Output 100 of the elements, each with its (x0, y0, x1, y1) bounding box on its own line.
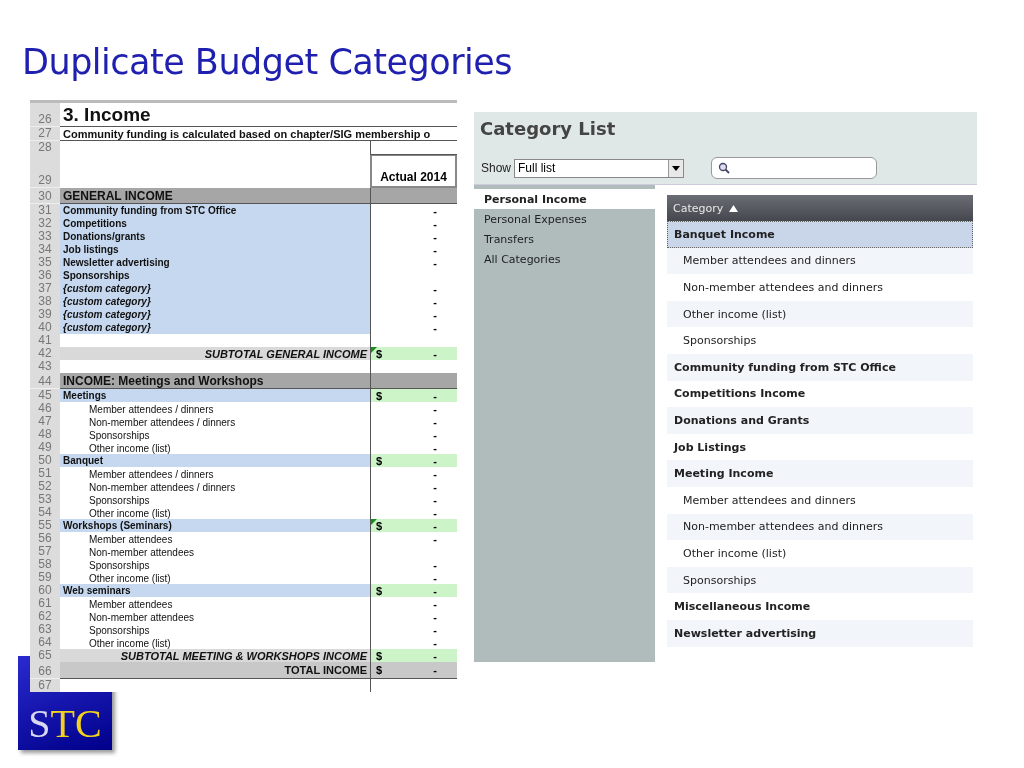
table-cell: $ - (370, 662, 457, 679)
column-header[interactable]: Category (667, 195, 973, 221)
search-field[interactable] (711, 157, 878, 179)
category-item[interactable]: Newsletter advertising (667, 619, 973, 647)
row-number: 55 (30, 519, 60, 533)
category-item[interactable]: Non-member attendees and dinners (667, 513, 973, 541)
row-number: 33 (30, 230, 60, 244)
row-number: 40 (30, 321, 60, 335)
row-number: 61 (30, 597, 60, 611)
row-number: 59 (30, 571, 60, 585)
table-cell: Donations/grants (60, 230, 370, 244)
table-cell: Meetings (60, 389, 370, 403)
show-dropdown[interactable]: Full list (514, 158, 685, 178)
sidebar-item[interactable]: All Categories (474, 249, 655, 269)
row-number: 64 (30, 636, 60, 650)
table-cell: - (370, 428, 457, 442)
table-cell: - (370, 610, 457, 624)
category-item[interactable]: Other income (list) (667, 300, 973, 328)
category-item[interactable]: Banquet Income (667, 221, 973, 248)
table-cell: {custom category} (60, 282, 370, 296)
table-cell: - (370, 282, 457, 296)
table-cell: Member attendees (60, 597, 370, 611)
panel-title: Category List (479, 117, 617, 141)
table-cell: $ - (370, 347, 457, 361)
sidebar-item[interactable]: Personal Income (474, 189, 655, 209)
row-number: 34 (30, 243, 60, 257)
table-cell: Community funding from STC Office (60, 204, 370, 218)
row-number: 31 (30, 204, 60, 218)
table-cell: Web seminars (60, 584, 370, 598)
row-number: 36 (30, 269, 60, 283)
row-number: 32 (30, 217, 60, 231)
table-cell: GENERAL INCOME (60, 188, 370, 204)
table-cell: Job listings (60, 243, 370, 257)
row-number: 62 (30, 610, 60, 624)
table-cell: - (370, 636, 457, 650)
row-number: 48 (30, 428, 60, 442)
table-cell: TOTAL INCOME (60, 662, 370, 679)
table-cell: Workshops (Seminars) (60, 519, 370, 533)
row-number: 28 (30, 141, 60, 155)
row-number: 60 (30, 584, 60, 598)
table-cell: INCOME: Meetings and Workshops (60, 373, 370, 389)
table-cell: - (370, 558, 457, 572)
row-number: 30 (30, 188, 60, 204)
row-number: 45 (30, 389, 60, 403)
row-number: 35 (30, 256, 60, 270)
category-item[interactable]: Meeting Income (667, 460, 973, 487)
table-cell: SUBTOTAL MEETING & WORKSHOPS INCOME (60, 649, 370, 663)
show-label: Show (481, 161, 512, 175)
row-number: 63 (30, 623, 60, 637)
table-cell: - (370, 480, 457, 494)
table-cell: Community funding is calculated based on chapter/SIG membership o (60, 127, 457, 141)
table-cell: - (370, 493, 457, 507)
row-number: 67 (30, 679, 60, 692)
sidebar-item[interactable]: Transfers (474, 229, 655, 249)
table-cell: - (370, 415, 457, 429)
caret-icon (672, 165, 681, 171)
row-number: 66 (30, 662, 60, 679)
table-cell: - (370, 308, 457, 322)
row-number: 58 (30, 558, 60, 572)
table-cell: Competitions (60, 217, 370, 231)
table-cell: Banquet (60, 454, 370, 468)
table-cell: - (370, 467, 457, 481)
table-cell: {custom category} (60, 295, 370, 309)
row-number: 42 (30, 347, 60, 361)
table-cell: - (370, 532, 457, 546)
row-number: 27 (30, 127, 60, 141)
row-number: 26 (30, 103, 60, 127)
table-cell: Member attendees / dinners (60, 402, 370, 416)
category-item[interactable]: Community funding from STC Office (667, 353, 973, 381)
row-number: 56 (30, 532, 60, 546)
row-number: 52 (30, 480, 60, 494)
category-item[interactable]: Member attendees and dinners (667, 247, 973, 275)
sort-up-icon (729, 204, 739, 212)
table-cell: $ - (370, 454, 457, 468)
table-cell: $ - (370, 649, 457, 663)
table-cell: - (370, 243, 457, 257)
sidebar-item[interactable]: Personal Expenses (474, 209, 655, 229)
table-cell: - (370, 230, 457, 244)
category-item[interactable]: Donations and Grants (667, 407, 973, 434)
table-cell: - (370, 321, 457, 335)
row-number: 54 (30, 506, 60, 520)
row-number: 49 (30, 441, 60, 455)
category-item[interactable]: Sponsorships (667, 566, 973, 594)
table-cell: $ - (370, 584, 457, 598)
row-number: 41 (30, 334, 60, 348)
table-cell: - (370, 217, 457, 231)
row-number: 38 (30, 295, 60, 309)
slide-title: Duplicate Budget Categories (22, 42, 513, 82)
row-number: 37 (30, 282, 60, 296)
row-number: 53 (30, 493, 60, 507)
table-cell: - (370, 623, 457, 637)
row-number: 39 (30, 308, 60, 322)
table-cell: Newsletter advertising (60, 256, 370, 270)
table-cell: $ - (370, 519, 457, 533)
table-cell: - (370, 295, 457, 309)
row-number: 46 (30, 402, 60, 416)
table-cell: {custom category} (60, 308, 370, 322)
row-number: 47 (30, 415, 60, 429)
table-cell: {custom category} (60, 321, 370, 335)
table-cell: Sponsorships (60, 269, 370, 283)
